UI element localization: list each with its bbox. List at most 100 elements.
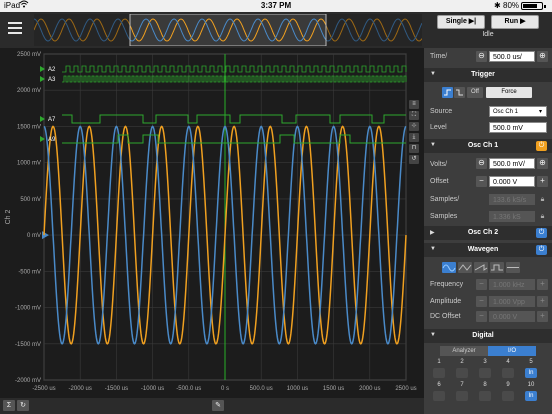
- time-per-div-field[interactable]: 500.0 us/: [489, 51, 535, 62]
- rising-edge-icon[interactable]: [442, 87, 453, 98]
- digital-trace: [62, 65, 407, 73]
- top-toolbar: [0, 12, 424, 48]
- osc-ch1-section-header[interactable]: ▼ Osc Ch 1 ⏻: [424, 139, 552, 153]
- plus-icon[interactable]: +: [537, 296, 548, 307]
- osc-ch2-power-icon[interactable]: ⏻: [536, 228, 547, 238]
- run-button[interactable]: Run ▶: [491, 15, 539, 29]
- waveform-overview[interactable]: [33, 13, 423, 47]
- zoom-in-icon[interactable]: ⊕: [537, 51, 548, 62]
- frequency-label: Frequency: [430, 281, 464, 288]
- download-icon[interactable]: ⤓: [409, 133, 419, 142]
- tab-io[interactable]: I/O: [488, 346, 536, 356]
- overview-plot[interactable]: [33, 13, 423, 47]
- digital-pin-toggle[interactable]: [479, 391, 491, 401]
- digital-section-header[interactable]: ▼ Digital: [424, 329, 552, 343]
- volts-label: Volts/: [430, 161, 448, 168]
- trigger-level-field[interactable]: 500.0 mV: [489, 122, 547, 133]
- digital-pin-number: 4: [506, 359, 510, 365]
- x-tick-label: -1000 us: [141, 386, 164, 392]
- osc-ch1-power-icon[interactable]: ⏻: [536, 141, 547, 151]
- digital-pin-toggle[interactable]: [502, 368, 514, 378]
- digital-channel-label: A3: [48, 77, 56, 83]
- zoom-out-icon[interactable]: ⊖: [476, 51, 487, 62]
- fit-icon[interactable]: ⛶: [409, 111, 419, 120]
- digital-pin-number: 9: [506, 382, 510, 388]
- x-tick-label: -500.0 us: [176, 386, 201, 392]
- lock-icon[interactable]: 🔒︎: [538, 211, 547, 222]
- single-button[interactable]: Single ▶|: [437, 15, 485, 29]
- digital-pin-toggle[interactable]: [479, 368, 491, 378]
- osc-ch2-section-header[interactable]: ▶ Osc Ch 2 ⏻: [424, 226, 552, 240]
- digital-pin-toggle[interactable]: [433, 368, 445, 378]
- digital-pin-toggle[interactable]: [502, 391, 514, 401]
- digital-pin-toggle[interactable]: [456, 368, 468, 378]
- refresh-icon[interactable]: ↻: [17, 400, 29, 411]
- plot-side-tools: ≡ ⛶ ⊹ ⤓ ⊓ ↺: [409, 100, 421, 166]
- zoom-out-icon[interactable]: ⊖: [476, 158, 487, 169]
- digital-pin-number: 10: [527, 382, 535, 388]
- wavegen-power-icon[interactable]: ⏻: [536, 245, 547, 255]
- wavegen-title: Wavegen: [467, 246, 499, 253]
- digital-pin-number: 5: [529, 359, 533, 365]
- amplitude-field: 1.000 Vpp: [489, 296, 535, 307]
- x-tick-label: 2500 us: [395, 386, 416, 392]
- digital-pin-toggle[interactable]: [433, 391, 445, 401]
- battery-icon: [521, 2, 546, 10]
- plot-area[interactable]: -2500 us -2000 us -1500 us -1000 us -500.0 u…: [0, 48, 424, 398]
- time-label: Time/: [430, 53, 448, 60]
- dc-offset-label: DC Offset: [430, 313, 461, 320]
- digital-channel-label: A7: [48, 117, 56, 123]
- wavegen-section-header[interactable]: ▼ Wavegen ⏻: [424, 243, 552, 257]
- trigger-source-select[interactable]: Osc Ch 1 ▾: [489, 106, 547, 117]
- digital-pin-number: 7: [460, 382, 464, 388]
- trigger-force-button[interactable]: Force: [486, 87, 532, 98]
- offset-field[interactable]: 0.000 V: [489, 176, 535, 187]
- minus-icon[interactable]: −: [476, 296, 487, 307]
- plus-icon[interactable]: +: [537, 279, 548, 290]
- y-axis-label: Ch 2: [5, 210, 12, 225]
- square-wave-icon[interactable]: [490, 262, 504, 273]
- minus-icon[interactable]: −: [476, 176, 487, 187]
- y-tick-label: 2000 mV: [17, 88, 41, 94]
- volts-per-div-field[interactable]: 500.0 mV/: [489, 158, 535, 169]
- x-tick-label: 1500 us: [323, 386, 344, 392]
- pin-icon[interactable]: ⊓: [409, 144, 419, 153]
- history-icon[interactable]: ↺: [409, 155, 419, 164]
- lock-icon[interactable]: 🔒︎: [538, 194, 547, 205]
- digital-pin-toggle[interactable]: In: [525, 391, 537, 401]
- digital-pin-number: 8: [483, 382, 487, 388]
- zoom-in-icon[interactable]: ⊕: [537, 158, 548, 169]
- y-tick-label: 0 mV: [27, 233, 41, 239]
- amplitude-label: Amplitude: [430, 298, 462, 305]
- y-tick-label: 2500 mV: [17, 52, 41, 58]
- bluetooth-icon: ✱: [494, 1, 501, 10]
- sine-wave-icon[interactable]: [442, 262, 456, 273]
- pencil-icon[interactable]: ✎: [212, 400, 224, 411]
- trigger-off-button[interactable]: Off: [467, 87, 483, 98]
- sawtooth-wave-icon[interactable]: [474, 262, 488, 273]
- trigger-section-header[interactable]: ▼ Trigger: [424, 68, 552, 82]
- minus-icon[interactable]: −: [476, 311, 487, 322]
- y-tick-label: -1000 mV: [15, 306, 41, 312]
- tab-analyzer[interactable]: Analyzer: [440, 346, 488, 356]
- math-icon[interactable]: Σ: [3, 400, 15, 411]
- dc-wave-icon[interactable]: [506, 262, 520, 273]
- plus-icon[interactable]: +: [537, 311, 548, 322]
- digital-channel-label: A2: [48, 67, 56, 73]
- center-icon[interactable]: ⊹: [409, 122, 419, 131]
- triangle-wave-icon[interactable]: [458, 262, 472, 273]
- menu-icon[interactable]: [8, 22, 22, 36]
- digital-pin-number: 1: [437, 359, 441, 365]
- plus-icon[interactable]: +: [537, 176, 548, 187]
- falling-edge-icon[interactable]: [454, 87, 465, 98]
- x-tick-label: 1000 us: [287, 386, 308, 392]
- digital-pin-toggle[interactable]: In: [525, 368, 537, 378]
- digital-pin-toggle[interactable]: [456, 391, 468, 401]
- trigger-title: Trigger: [471, 71, 495, 78]
- oscilloscope-plot[interactable]: -2500 us -2000 us -1500 us -1000 us -500.0 u…: [0, 48, 424, 398]
- source-label: Source: [430, 108, 453, 115]
- cursor-icon[interactable]: ≡: [409, 100, 419, 109]
- bottom-toolbar: Σ ↻ ✎: [0, 398, 424, 414]
- ios-status-bar: iPad 3:37 PM ✱ 80%: [0, 0, 552, 12]
- minus-icon[interactable]: −: [476, 279, 487, 290]
